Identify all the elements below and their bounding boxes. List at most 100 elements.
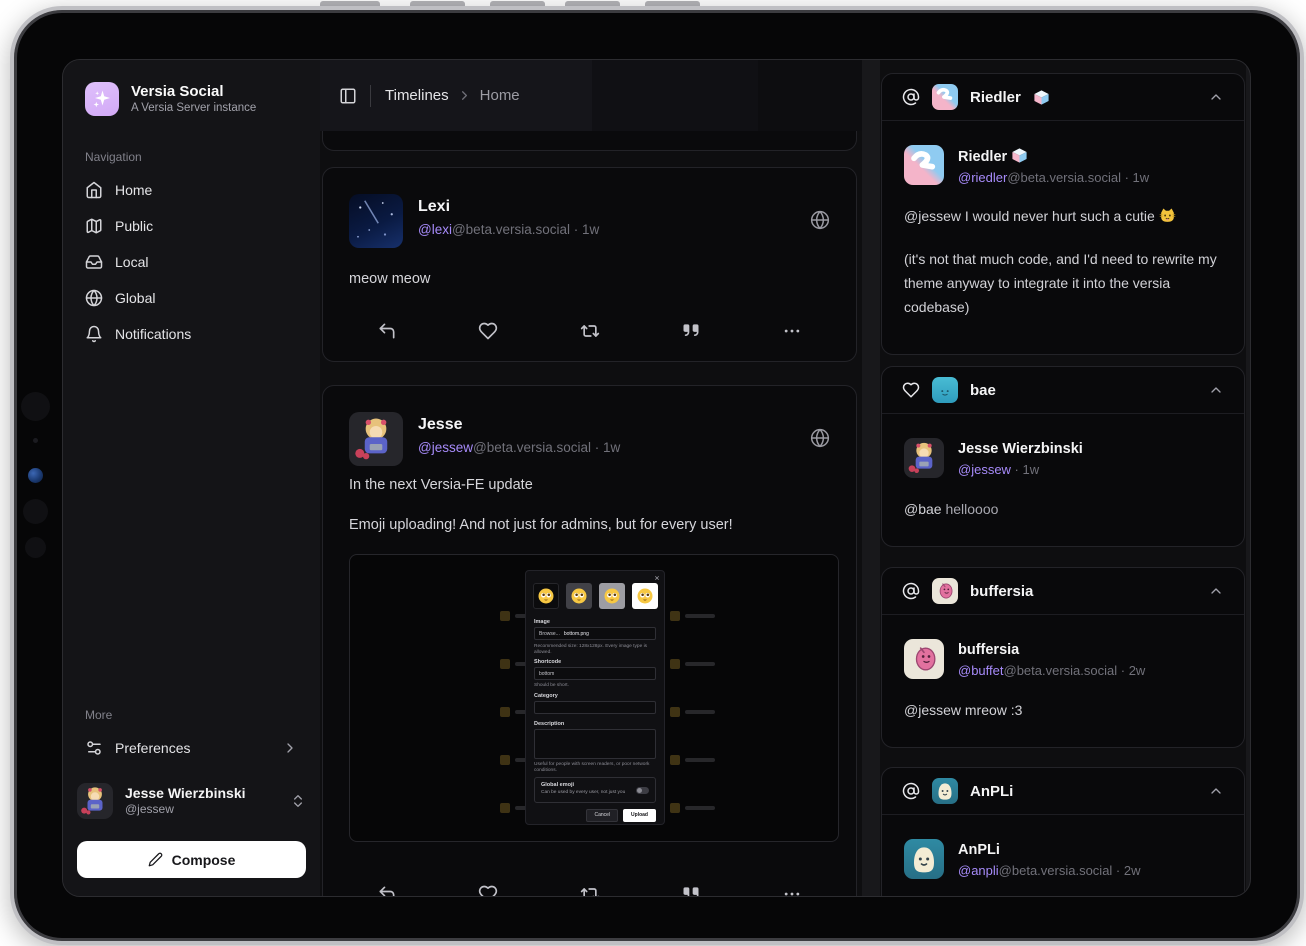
repost-button[interactable] (580, 884, 600, 896)
attachment-bg-row (670, 659, 715, 669)
breadcrumb-home[interactable]: Home (480, 87, 520, 104)
cancel-button: Cancel (586, 809, 618, 822)
notification-header[interactable]: Riedler (882, 74, 1244, 121)
compose-button[interactable]: Compose (77, 841, 306, 878)
timeline-header: Timelines Home (320, 60, 862, 131)
breadcrumb-timelines[interactable]: Timelines (385, 87, 449, 104)
notification-header[interactable]: AnPLi (882, 768, 1244, 815)
account-switcher[interactable]: Jesse Wierzbinski @jessew (77, 780, 306, 822)
notification-handle-domain: @beta.versia.social · 2w (1004, 663, 1146, 678)
notification-handle[interactable]: @jessew (958, 462, 1011, 477)
sidebar-item-label: Local (115, 254, 148, 270)
sidebar-item-label: Global (115, 290, 155, 306)
tablet-camera-lens (28, 468, 43, 483)
chevron-right-icon (282, 740, 298, 756)
notification-handle[interactable]: @riedler (958, 170, 1007, 185)
current-user-name: Jesse Wierzbinski (125, 785, 246, 801)
avatar[interactable] (349, 194, 403, 248)
sidebar-item-label: Home (115, 182, 152, 198)
like-button[interactable] (478, 884, 498, 896)
notification-card-mention: AnPLi AnPLi @anpli@beta.versia.social · … (881, 767, 1245, 896)
sidebar-item-local[interactable]: Local (75, 244, 308, 280)
notification-text: @jessew I would never hurt such a cutie (904, 204, 1222, 228)
reply-button[interactable] (377, 884, 397, 896)
notification-handle[interactable]: @buffet (958, 663, 1004, 678)
notifications-column: Riedler Riedler @riedler @beta.versia.soc… (880, 60, 1246, 896)
avatar[interactable] (904, 438, 944, 478)
notification-body: AnPLi @anpli@beta.versia.social · 2w (882, 815, 1244, 879)
avatar (932, 377, 958, 403)
sidebar-item-preferences[interactable]: Preferences (75, 732, 308, 764)
notification-header[interactable]: buffersia (882, 568, 1244, 615)
shortcode-hint: Should be short. (534, 683, 656, 689)
post-card[interactable]: Lexi @lexi@beta.versia.social · 1w meow … (322, 167, 857, 362)
description-field-label: Description (534, 721, 564, 727)
notification-author[interactable]: Riedler (958, 149, 1007, 165)
instance-subtitle: A Versia Server instance (131, 101, 256, 116)
emoji-upload-dialog: Image Browse... bottom.png Recommended s… (525, 570, 665, 825)
chevron-up-icon[interactable] (1208, 783, 1224, 799)
chevron-up-icon[interactable] (1208, 89, 1224, 105)
notification-title: Riedler (970, 89, 1021, 106)
tablet-camera (21, 392, 50, 421)
sidebar-item-global[interactable]: Global (75, 280, 308, 316)
visibility-globe-icon (810, 210, 830, 230)
avatar[interactable] (904, 639, 944, 679)
image-field-label: Image (534, 619, 550, 625)
more-button[interactable] (782, 884, 802, 896)
notification-handle[interactable]: @anpli (958, 863, 999, 878)
notification-author[interactable]: Jesse Wierzbinski (958, 440, 1083, 458)
post-author[interactable]: Lexi (418, 197, 599, 217)
attachment-bg-row (670, 755, 715, 765)
page-background: Versia Social A Versia Server instance N… (0, 0, 1306, 946)
quote-button[interactable] (681, 884, 701, 896)
avatar[interactable] (349, 412, 403, 466)
notification-text: @bae helloooo (904, 497, 1222, 521)
sidebar-item-home[interactable]: Home (75, 172, 308, 208)
heart-icon (902, 381, 920, 399)
post-attachment-image[interactable]: Image Browse... bottom.png Recommended s… (349, 554, 839, 842)
quote-button[interactable] (681, 321, 701, 341)
post-author[interactable]: Jesse (418, 415, 620, 435)
avatar (932, 578, 958, 604)
sidebar-toggle-button[interactable] (336, 84, 360, 108)
post-text: meow meow (349, 268, 830, 290)
instance-brand[interactable]: Versia Social A Versia Server instance (85, 82, 256, 116)
like-button[interactable] (478, 321, 498, 341)
avatar[interactable] (904, 839, 944, 879)
attachment-bg-row (670, 707, 715, 717)
notification-card-mention: Riedler Riedler @riedler@beta.versia.soc… (881, 73, 1245, 355)
trans-cube-emoji-icon (1011, 147, 1028, 164)
visibility-globe-icon (810, 428, 830, 448)
at-sign-icon (902, 582, 920, 600)
post-handle[interactable]: @lexi (418, 222, 452, 237)
notification-author[interactable]: buffersia (958, 641, 1145, 659)
sidebar-nav: Home Public Local Global (75, 172, 308, 352)
post-text: Emoji uploading! And not just for admins… (349, 514, 830, 536)
sidebar-item-label: Notifications (115, 326, 191, 342)
sidebar-item-public[interactable]: Public (75, 208, 308, 244)
trans-cube-emoji-icon (1033, 89, 1050, 106)
avatar (932, 84, 958, 110)
at-sign-icon (902, 88, 920, 106)
notification-header[interactable]: bae (882, 367, 1244, 414)
reply-button[interactable] (377, 321, 397, 341)
post-card[interactable]: Jesse @jessew@beta.versia.social · 1w In… (322, 385, 857, 896)
notification-body: buffersia @buffet@beta.versia.social · 2… (882, 615, 1244, 722)
more-button[interactable] (782, 321, 802, 341)
sidebar-item-notifications[interactable]: Notifications (75, 316, 308, 352)
more-section-label: More (85, 708, 112, 722)
category-field-label: Category (534, 693, 558, 699)
header-divider (370, 85, 371, 107)
at-sign-icon (902, 782, 920, 800)
category-input (534, 701, 656, 714)
notification-author[interactable]: AnPLi (958, 841, 1140, 859)
post-handle-domain: @beta.versia.social · 1w (452, 222, 599, 237)
navigation-section-label: Navigation (85, 150, 142, 164)
post-handle[interactable]: @jessew (418, 440, 473, 455)
chevron-up-icon[interactable] (1208, 382, 1224, 398)
avatar[interactable] (904, 145, 944, 185)
chevron-up-icon[interactable] (1208, 583, 1224, 599)
repost-button[interactable] (580, 321, 600, 341)
chevron-right-icon (457, 88, 472, 103)
